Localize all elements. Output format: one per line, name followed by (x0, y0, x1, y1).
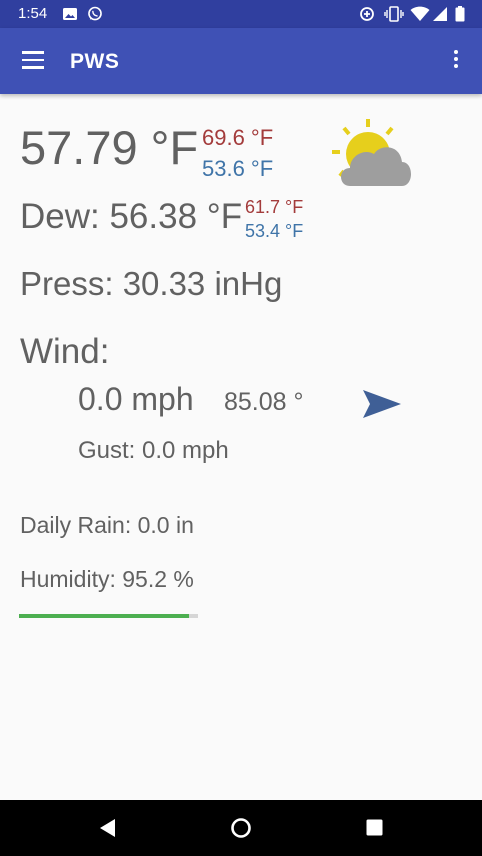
hamburger-menu-icon[interactable] (22, 51, 44, 69)
temperature-value: 57.79 °F (20, 121, 199, 174)
wind-gust: Gust: 0.0 mph (78, 437, 229, 464)
temperature-low: 53.6 °F (202, 156, 274, 181)
wind-speed: 0.0 mph (78, 381, 194, 417)
back-icon[interactable] (98, 818, 118, 838)
temperature-high: 69.6 °F (202, 125, 274, 150)
wind-direction: 85.08 ° (224, 388, 304, 416)
recent-apps-icon[interactable] (366, 819, 383, 836)
daily-rain: Daily Rain: 0.0 in (20, 512, 194, 538)
dew-point-low: 53.4 °F (245, 221, 304, 241)
whatsapp-icon (88, 6, 102, 21)
wifi-icon (410, 6, 430, 21)
humidity-progress-fill (19, 614, 190, 618)
data-saver-icon (360, 7, 374, 21)
status-bar: 1:54 (0, 0, 482, 28)
partly-cloudy-icon (332, 119, 411, 186)
home-icon[interactable] (230, 817, 252, 839)
app-bar: PWS (0, 28, 482, 94)
pressure-value: Press: 30.33 inHg (20, 265, 283, 302)
dew-point-high: 61.7 °F (245, 197, 304, 217)
image-icon (63, 8, 77, 20)
dew-point-value: Dew: 56.38 °F (20, 197, 243, 236)
status-time: 1:54 (18, 5, 48, 22)
humidity-value: Humidity: 95.2 % (20, 566, 194, 592)
humidity-progress-bar (19, 614, 198, 618)
signal-icon (433, 7, 447, 21)
battery-icon (455, 6, 465, 22)
overflow-menu-icon[interactable] (450, 50, 462, 72)
wind-direction-arrow-icon (363, 390, 401, 418)
app-title: PWS (70, 50, 120, 73)
wind-label: Wind: (20, 332, 110, 371)
vibrate-icon (384, 6, 404, 22)
